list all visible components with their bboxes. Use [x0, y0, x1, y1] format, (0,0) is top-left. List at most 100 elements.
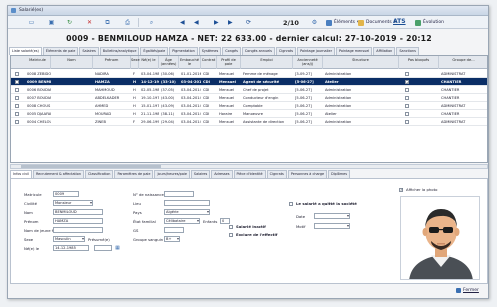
row-select-checkbox[interactable] [15, 112, 19, 116]
pays-select[interactable]: Algérie [164, 209, 210, 215]
inactif-checkbox[interactable] [229, 225, 233, 229]
table-row[interactable]: 0008 ZEBIDOUH NADIRA F 03-04-1989(30-06) 01-… [11, 70, 487, 78]
blocked-checkbox[interactable] [405, 112, 409, 116]
row-select-checkbox[interactable] [15, 120, 19, 124]
prenom-field[interactable]: HAMZA [53, 218, 103, 224]
fermer-button[interactable]: Fermer [456, 288, 479, 293]
column-header[interactable]: Embauché le [179, 56, 201, 69]
tab-tabs-6[interactable]: Systèmes [198, 47, 222, 55]
nomfille-field[interactable] [53, 227, 103, 233]
tab-tabs-1[interactable]: Éléments de paie [42, 47, 79, 55]
column-header[interactable]: Né(e) le [139, 56, 159, 69]
column-header[interactable]: Sexe [131, 56, 140, 69]
blocked-checkbox[interactable] [405, 88, 409, 92]
afficher-photo-checkbox[interactable] [399, 187, 403, 192]
column-header[interactable]: Pas bloqués [399, 56, 439, 69]
calendar-icon[interactable]: ▦ [114, 245, 121, 252]
quitter-checkbox[interactable] [289, 202, 293, 206]
tab-tabs2-9[interactable]: Personnes à charge [287, 170, 328, 178]
blocked-checkbox[interactable]: ✓ [405, 80, 409, 84]
column-header[interactable]: Matricule [25, 56, 51, 69]
nele-field[interactable]: 14-12-1985 [53, 245, 89, 251]
table-row[interactable]: 0009 BENMILOUD HAMZA H 14-12-1985(33-10) 03-… [11, 78, 487, 86]
tab-tabs-2[interactable]: Salaires [79, 47, 99, 55]
table-row[interactable]: 0008 CHOUS AHMED H 15-01-1976(43-09) 03-04-2… [11, 102, 487, 110]
refresh-list-icon[interactable]: ⟳ [246, 19, 251, 26]
refresh-icon[interactable]: ↻ [66, 19, 73, 26]
elements-button[interactable]: Éléments▾ [326, 18, 359, 27]
tab-tabs2-0[interactable]: Infos civil [10, 170, 32, 178]
save-icon[interactable]: ▣ [48, 19, 55, 26]
column-header[interactable]: Prénom [93, 56, 131, 69]
row-select-checkbox[interactable] [15, 80, 19, 84]
nom-field[interactable]: BENMILOUD [53, 209, 103, 215]
enfants-field[interactable]: 0 [220, 218, 230, 224]
table-row[interactable]: 0005 DJAAFARI MOURAD H 21-11-1980(38-11) 03-… [11, 110, 487, 118]
first-record-icon[interactable]: ◀ [180, 19, 185, 26]
column-header[interactable]: Ancienneté (ans/j) [293, 56, 323, 69]
delete-icon[interactable]: ✕ [86, 19, 93, 26]
tab-tabs-11[interactable]: Pointage mensuel [335, 47, 373, 55]
last-record-icon[interactable]: ▶ [228, 19, 233, 26]
column-header[interactable]: Groupe de... [439, 56, 487, 69]
next-record-icon[interactable]: ▶ [214, 19, 219, 26]
tab-tabs-8[interactable]: Congés annuels [241, 47, 275, 55]
row-select-checkbox[interactable] [15, 88, 19, 92]
blocked-checkbox[interactable] [405, 96, 409, 100]
table-row[interactable]: 0007 BOUDIAS ABDELKADER H 19-10-1976(43-00)… [11, 94, 487, 102]
column-header[interactable]: Profil de paie [217, 56, 241, 69]
column-header[interactable]: Contrat [201, 56, 217, 69]
table-row[interactable]: 0006 BOUDIA MAHMOUD H 02-05-1982(37-05) 03-0… [11, 86, 487, 94]
filter-icon[interactable]: ⚙ [311, 19, 318, 26]
tab-tabs-4[interactable]: Égalités/paie [140, 47, 169, 55]
gs-field[interactable] [164, 227, 184, 233]
previous-record-icon[interactable]: ◀ [194, 19, 199, 26]
tab-tabs2-7[interactable]: Pièce d'identité [233, 170, 266, 178]
tab-tabs-9[interactable]: Cignrats [275, 47, 297, 55]
tab-tabs2-3[interactable]: Paramètres de paie [114, 170, 154, 178]
scrollbar-thumb[interactable] [21, 165, 161, 168]
tab-tabs-3[interactable]: Bulletins/analytique [99, 47, 140, 55]
tab-tabs2-4[interactable]: Jours/heures/paie [154, 170, 190, 178]
tab-tabs-0[interactable]: Liste salarié(es) [9, 47, 42, 55]
evolution-button[interactable]: Évolution [415, 18, 444, 27]
etat-select[interactable]: Célibataire [164, 218, 200, 224]
tab-tabs-13[interactable]: Sanctions [396, 47, 419, 55]
tab-tabs2-1[interactable]: Recrutement & affectation [32, 170, 85, 178]
blocked-checkbox[interactable] [405, 120, 409, 124]
tab-tabs2-6[interactable]: Adresses [211, 170, 233, 178]
tab-tabs2-8[interactable]: Cignrats [266, 170, 287, 178]
tab-tabs2-2[interactable]: Classification [85, 170, 114, 178]
row-select-checkbox[interactable] [15, 72, 19, 76]
blocked-checkbox[interactable] [405, 72, 409, 76]
civilite-select[interactable]: Monsieur [53, 200, 93, 206]
tab-tabs2-5[interactable]: Salaires [190, 170, 211, 178]
motif-select[interactable] [314, 223, 350, 229]
groupe-sanguin-select[interactable]: B+ [164, 236, 180, 242]
horizontal-scrollbar[interactable] [10, 164, 488, 169]
column-header[interactable]: Nom [51, 56, 93, 69]
acte-field[interactable] [164, 191, 194, 197]
tab-tabs-5[interactable]: Pigmentation [169, 47, 198, 55]
documents-button[interactable]: Documents ▾ [358, 18, 396, 27]
date-field[interactable] [314, 213, 350, 219]
new-icon[interactable]: ▭ [28, 19, 35, 26]
print-icon[interactable]: ⎙ [124, 19, 131, 26]
tab-tabs-7[interactable]: Congés [222, 47, 241, 55]
row-select-checkbox[interactable] [15, 104, 19, 108]
exclure-checkbox[interactable] [229, 233, 233, 237]
tab-tabs-12[interactable]: Affiliation [373, 47, 396, 55]
column-header[interactable]: Structure [323, 56, 399, 69]
search-icon[interactable]: ⌕ [148, 19, 155, 26]
sexe-select[interactable]: Masculin [53, 236, 85, 242]
row-select-checkbox[interactable] [15, 96, 19, 100]
tab-tabs2-10[interactable]: Diplômes [328, 170, 351, 178]
column-header[interactable]: Âge (années) [159, 56, 179, 69]
table-row[interactable]: 0004 CHELOUS ZINEB F 29-06-1990(29-04) 03-04… [11, 118, 487, 126]
blocked-checkbox[interactable] [405, 104, 409, 108]
column-header[interactable]: Emploi [241, 56, 293, 69]
presumee-field[interactable] [94, 245, 112, 251]
copy-icon[interactable]: ⧉ [104, 19, 111, 26]
lieu-field[interactable] [164, 200, 210, 206]
tab-tabs-10[interactable]: Pointage journalier [297, 47, 335, 55]
